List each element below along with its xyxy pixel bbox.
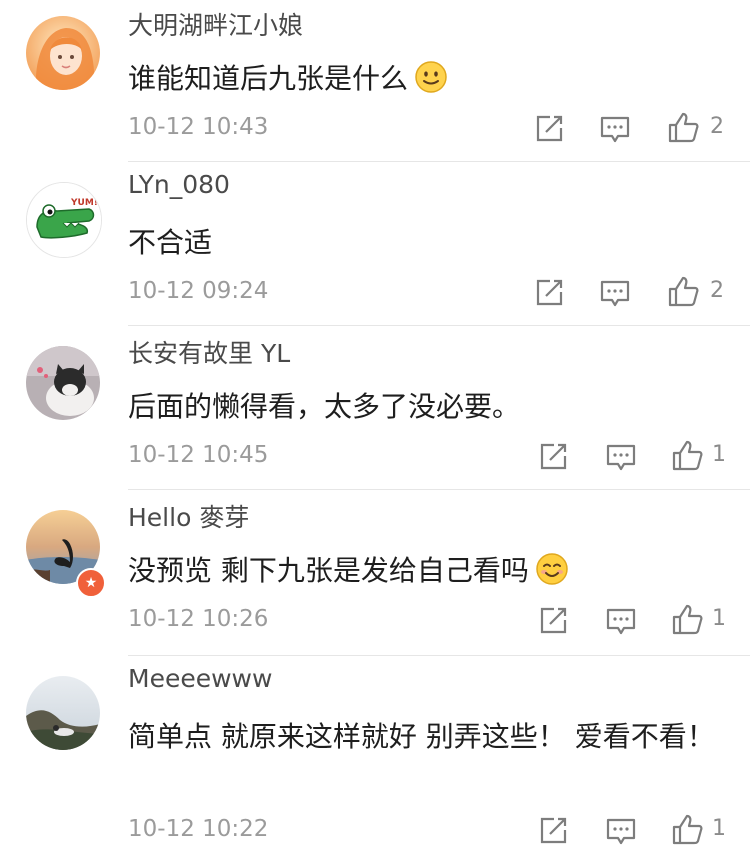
comment-item: ★ Hello 麥芽 没预览 剩下九张是发给自己看吗 10-12 10:26 1	[0, 492, 750, 656]
comment-item: 大明湖畔江小娘 谁能知道后九张是什么 10-12 10:43 2	[0, 0, 750, 162]
thumbs-up-icon	[672, 440, 703, 471]
like-count: 2	[710, 278, 724, 303]
timestamp: 10-12 10:26	[128, 606, 269, 632]
like-count: 1	[712, 816, 726, 841]
timestamp: 10-12 10:22	[128, 816, 269, 842]
like-button[interactable]	[670, 812, 704, 846]
slight-smile-emoji	[415, 61, 447, 93]
divider	[128, 325, 750, 326]
orange-haired-girl-avatar-image	[26, 16, 100, 90]
timestamp: 10-12 09:24	[128, 278, 269, 304]
username[interactable]: 大明湖畔江小娘	[128, 6, 303, 42]
comment-item: 长安有故里 YL 后面的懒得看，太多了没必要。 10-12 10:45 1	[0, 328, 750, 490]
repost-button[interactable]	[532, 112, 566, 146]
divider	[128, 489, 750, 490]
comment-text: 简单点 就原来这样就好 别弄这些！ 爱看不看！	[128, 720, 715, 753]
like-button[interactable]	[670, 602, 704, 636]
like-count: 1	[712, 442, 726, 467]
thumbs-up-icon	[672, 604, 703, 635]
repost-button[interactable]	[536, 604, 570, 638]
comment-text: 没预览 剩下九张是发给自己看吗	[128, 546, 728, 596]
comment-button[interactable]	[598, 112, 632, 146]
repost-button[interactable]	[536, 814, 570, 848]
thumbs-up-icon	[668, 276, 699, 307]
repost-button[interactable]	[532, 276, 566, 310]
smiling-blush-emoji	[536, 553, 568, 585]
vip-badge: ★	[76, 568, 106, 598]
comment-text: 不合适	[128, 226, 213, 259]
repost-button[interactable]	[536, 440, 570, 474]
comment-icon	[600, 280, 630, 307]
comment-item: YUM! LYn_080 不合适 10-12 09:24 2	[0, 164, 750, 326]
username[interactable]: Meeeewww	[128, 664, 272, 693]
comment-icon	[600, 116, 630, 143]
avatar[interactable]	[26, 346, 100, 420]
like-button[interactable]	[666, 274, 700, 308]
comment-icon	[606, 608, 636, 635]
username[interactable]: LYn_080	[128, 170, 230, 199]
comment-button[interactable]	[598, 276, 632, 310]
comment-icon	[606, 818, 636, 845]
repost-icon	[540, 817, 567, 844]
avatar-sticker-text: YUM!	[70, 198, 98, 208]
repost-icon	[540, 607, 567, 634]
repost-icon	[536, 279, 563, 306]
person-on-hill-avatar-image	[26, 676, 100, 750]
avatar[interactable]: YUM!	[26, 182, 102, 258]
comment-text: 后面的懒得看，太多了没必要。	[128, 390, 521, 423]
timestamp: 10-12 10:45	[128, 442, 269, 468]
username[interactable]: Hello 麥芽	[128, 498, 249, 534]
thumbs-up-icon	[672, 814, 703, 845]
username[interactable]: 长安有故里 YL	[128, 334, 290, 370]
thumbs-up-icon	[668, 112, 699, 143]
cat-avatar-image	[26, 346, 100, 420]
like-button[interactable]	[666, 110, 700, 144]
comment-text: 谁能知道后九张是什么	[128, 54, 728, 104]
comment-button[interactable]	[604, 604, 638, 638]
comment-button[interactable]	[604, 814, 638, 848]
repost-icon	[536, 115, 563, 142]
crocodile-yum-avatar-image: YUM!	[27, 183, 101, 257]
like-button[interactable]	[670, 438, 704, 472]
comment-icon	[606, 444, 636, 471]
like-count: 1	[712, 606, 726, 631]
divider	[128, 161, 750, 162]
avatar[interactable]	[26, 16, 100, 90]
avatar[interactable]	[26, 676, 100, 750]
comment-item: Meeeewww 简单点 就原来这样就好 别弄这些！ 爱看不看！ 10-12 1…	[0, 658, 750, 860]
comment-text-content: 没预览 剩下九张是发给自己看吗	[128, 554, 529, 587]
like-count: 2	[710, 114, 724, 139]
repost-icon	[540, 443, 567, 470]
comment-button[interactable]	[604, 440, 638, 474]
timestamp: 10-12 10:43	[128, 114, 269, 140]
comment-text-content: 谁能知道后九张是什么	[128, 62, 409, 95]
divider	[128, 655, 750, 656]
